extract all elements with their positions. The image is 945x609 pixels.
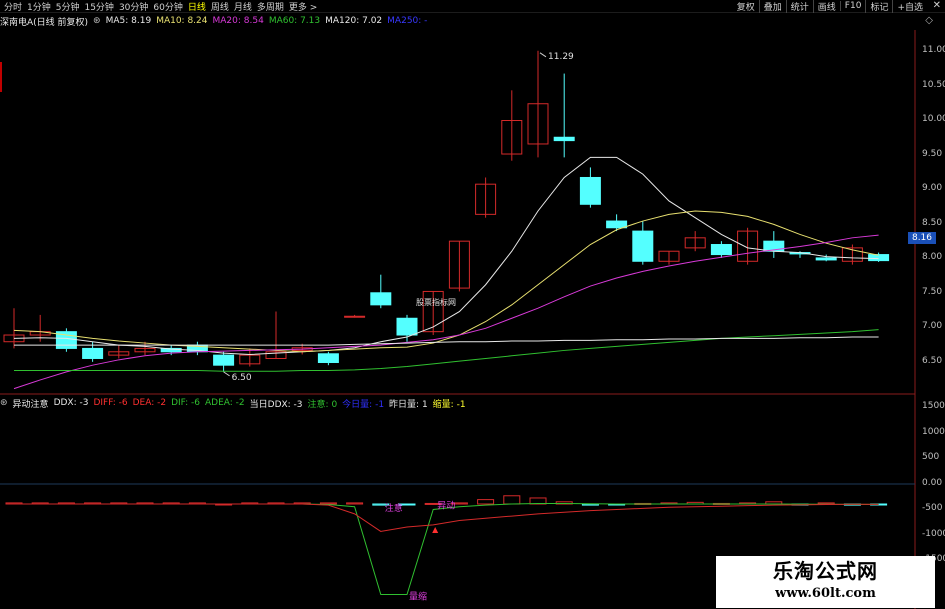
signal-zhuyi: 注意 xyxy=(385,502,403,514)
candle-body xyxy=(815,257,837,261)
watermark-title: 乐淘公式网 xyxy=(773,559,878,583)
ma-line-MA5 xyxy=(13,156,879,355)
candle-body xyxy=(396,317,418,336)
candle-body xyxy=(710,244,732,256)
candle-body xyxy=(606,220,628,229)
indicator-legend-7: 今日量: -1 xyxy=(342,399,385,410)
small-watermark: 股票指标网 xyxy=(416,297,456,307)
indicator-tick-4: -500 xyxy=(922,503,943,513)
price-tick-3: 9.50 xyxy=(922,148,943,159)
signal-liangshu: 量缩 xyxy=(409,590,427,602)
watermark-logo: 乐淘公式网 www.60lt.com xyxy=(716,556,935,608)
candle-body xyxy=(632,230,654,262)
ma-line-MA120 xyxy=(14,336,879,346)
ma-line-MA10 xyxy=(13,210,879,353)
indicator-legend-1: DIFF: -6 xyxy=(93,398,128,408)
watermark-url: www.60lt.com xyxy=(775,586,876,601)
indicator-settings-icon[interactable]: ⊛ xyxy=(0,398,8,408)
candlestick-chart[interactable]: 11.29 6.50 股票指标网注意 异动量缩 xyxy=(0,0,945,609)
price-tick-8: 7.00 xyxy=(922,321,943,331)
indicator-info-bar: ⊛ 异动注意 DDX: -3 DIFF: -6 DEA: -2 DIF: -6 ADEA… xyxy=(0,396,466,410)
indicator-tick-5: -1000 xyxy=(922,528,945,539)
indicator-tick-2: 500 xyxy=(922,452,940,462)
indicator-name: 异动注意 xyxy=(12,399,49,410)
price-tick-5: 8.50 xyxy=(922,217,943,228)
current-price-tag: 8.16 xyxy=(908,232,936,244)
ddx-bar xyxy=(477,499,495,505)
indicator-legend-3: DIF: -6 xyxy=(171,398,200,408)
indicator-tick-3: 0.00 xyxy=(922,477,943,488)
candle-body xyxy=(579,176,601,205)
indicator-legend-9: 缩量: -1 xyxy=(432,399,466,410)
indicator-legend-6: 注意: 0 xyxy=(307,399,338,410)
candle-body xyxy=(868,254,890,262)
ddx-bar xyxy=(346,502,364,505)
price-tick-6: 8.00 xyxy=(922,252,943,262)
signal-yidong: 异动 xyxy=(437,500,455,511)
price-tick-4: 9.00 xyxy=(922,183,943,193)
low-price-label: 6.50 xyxy=(232,373,252,383)
indicator-legend-4: ADEA: -2 xyxy=(205,398,245,408)
ddx-bar xyxy=(503,495,521,505)
price-tick-9: 6.50 xyxy=(922,355,943,366)
indicator-tick-0: 1500 xyxy=(922,401,945,411)
price-tick-0: 11.00 xyxy=(922,45,945,55)
indicator-legend-5: 当日DDX: -3 xyxy=(249,399,303,410)
low-pointer xyxy=(223,371,230,377)
price-tick-7: 7.50 xyxy=(922,286,943,297)
high-price-label: 11.29 xyxy=(548,52,574,62)
candle-body xyxy=(82,347,104,359)
price-tick-2: 10.00 xyxy=(922,114,945,124)
up-arrow-icon xyxy=(432,527,439,534)
candle-body xyxy=(553,136,575,142)
candle-body xyxy=(213,354,235,366)
candle-body xyxy=(317,353,339,364)
indicator-legend-0: DDX: -3 xyxy=(53,398,89,408)
candle-body xyxy=(370,292,392,306)
high-pointer xyxy=(539,52,547,58)
price-tick-1: 10.50 xyxy=(922,79,945,90)
indicator-legend-2: DEA: -2 xyxy=(132,398,167,408)
ddx-bar xyxy=(319,502,337,505)
ma-line-MA60 xyxy=(14,329,879,372)
indicator-legend-8: 昨日量: 1 xyxy=(389,399,428,410)
indicator-tick-1: 1000 xyxy=(922,426,945,437)
candle-body xyxy=(344,315,366,318)
ma-line-MA20 xyxy=(13,234,879,390)
